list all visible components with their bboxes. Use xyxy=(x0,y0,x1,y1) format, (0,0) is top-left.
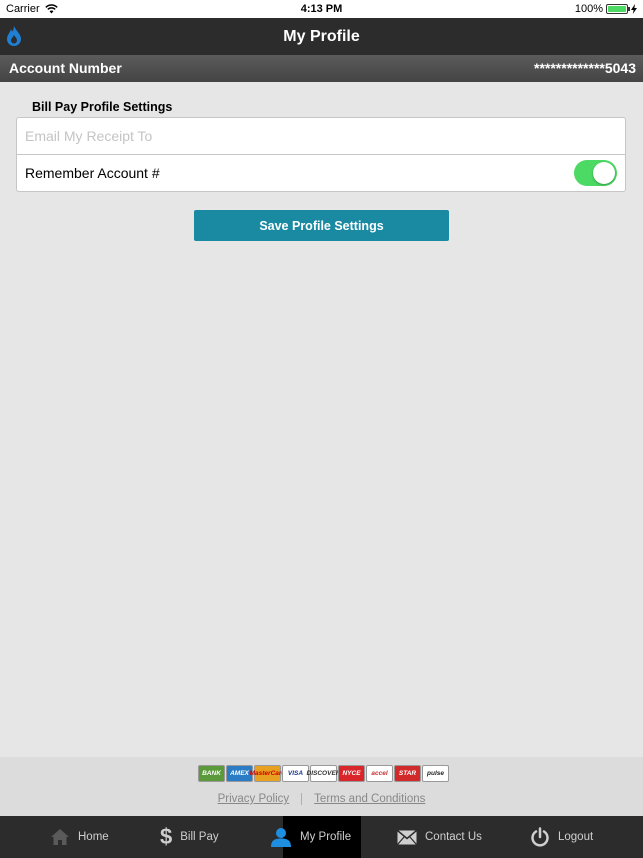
mastercard-icon: MasterCard xyxy=(250,765,285,782)
tab-bar: Home $ Bill Pay My Profile Contact Us Lo… xyxy=(0,816,643,858)
pulse-icon: pulse xyxy=(422,765,449,782)
dollar-icon: $ xyxy=(160,824,173,849)
tab-my-profile[interactable]: My Profile xyxy=(271,816,361,858)
tab-logout[interactable]: Logout xyxy=(530,816,610,858)
accel-icon: accel xyxy=(366,765,393,782)
terms-link[interactable]: Terms and Conditions xyxy=(314,793,425,805)
status-bar: Carrier 4:13 PM 100% xyxy=(0,0,643,18)
tab-label: My Profile xyxy=(300,831,352,843)
tab-label: Logout xyxy=(558,831,594,843)
battery-percent: 100% xyxy=(574,3,603,15)
privacy-policy-link[interactable]: Privacy Policy xyxy=(218,793,290,805)
battery-icon xyxy=(606,4,630,14)
star-icon: STAR xyxy=(394,765,421,782)
profile-settings-form: Remember Account # xyxy=(16,117,626,192)
battery-indicator: 100% xyxy=(575,3,637,15)
tab-label: Home xyxy=(78,831,109,843)
discover-icon: DISCOVER xyxy=(307,765,340,782)
bank-icon: BANK xyxy=(198,765,225,782)
section-title: Bill Pay Profile Settings xyxy=(32,100,173,114)
remember-account-toggle[interactable] xyxy=(574,160,617,186)
account-number-label: Account Number xyxy=(9,60,122,76)
envelope-icon xyxy=(397,829,417,845)
footer-links: Privacy Policy Terms and Conditions xyxy=(0,793,643,805)
tab-home[interactable]: Home xyxy=(50,816,130,858)
page-title: My Profile xyxy=(283,28,360,45)
tab-label: Bill Pay xyxy=(180,831,219,843)
footer: BANK AMEX MasterCard VISA DISCOVER NYCE accel S… xyxy=(0,757,643,816)
home-icon xyxy=(51,829,69,845)
nyce-icon: NYCE xyxy=(338,765,365,782)
tab-label: Contact Us xyxy=(425,831,482,843)
visa-icon: VISA xyxy=(282,765,309,782)
person-icon xyxy=(271,828,291,847)
tab-contact-us[interactable]: Contact Us xyxy=(397,816,497,858)
remember-account-label: Remember Account # xyxy=(25,165,160,181)
payment-methods: BANK AMEX MasterCard VISA DISCOVER NYCE accel S… xyxy=(198,765,449,782)
account-number-value: *************5043 xyxy=(534,60,636,76)
link-divider xyxy=(301,793,303,805)
toggle-knob xyxy=(593,162,615,184)
remember-account-row: Remember Account # xyxy=(17,155,625,192)
nav-bar: My Profile xyxy=(0,18,643,55)
charging-bolt-icon xyxy=(631,4,637,14)
tab-bill-pay[interactable]: $ Bill Pay xyxy=(160,816,240,858)
power-icon xyxy=(531,827,549,847)
save-profile-button[interactable]: Save Profile Settings xyxy=(194,210,449,241)
email-receipt-field[interactable] xyxy=(17,118,625,155)
status-time: 4:13 PM xyxy=(300,3,343,15)
account-number-bar: Account Number *************5043 xyxy=(0,55,643,82)
